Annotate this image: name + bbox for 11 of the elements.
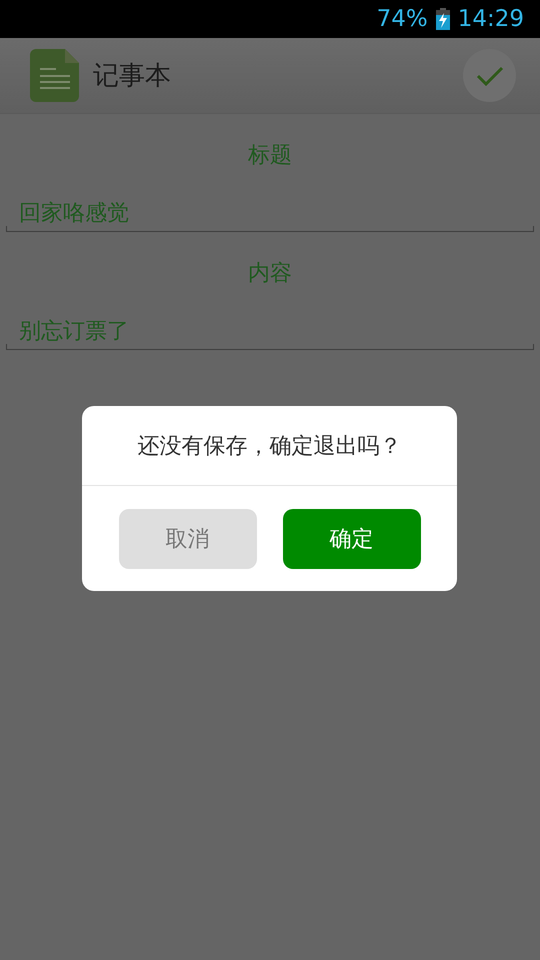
note-document-icon bbox=[30, 49, 79, 102]
app-title: 记事本 bbox=[93, 60, 172, 93]
field-label: 标题 bbox=[248, 142, 292, 170]
battery-percent: 74% bbox=[376, 6, 428, 32]
confirm-button[interactable]: 确定 bbox=[282, 508, 420, 568]
clock-time: 14:29 bbox=[458, 6, 524, 32]
field-label: 内容 bbox=[248, 260, 292, 288]
battery-charging-icon bbox=[436, 8, 450, 30]
cancel-button[interactable]: 取消 bbox=[118, 508, 256, 568]
dialog-message: 还没有保存，确定退出吗？ bbox=[82, 406, 457, 486]
check-icon bbox=[476, 64, 504, 86]
